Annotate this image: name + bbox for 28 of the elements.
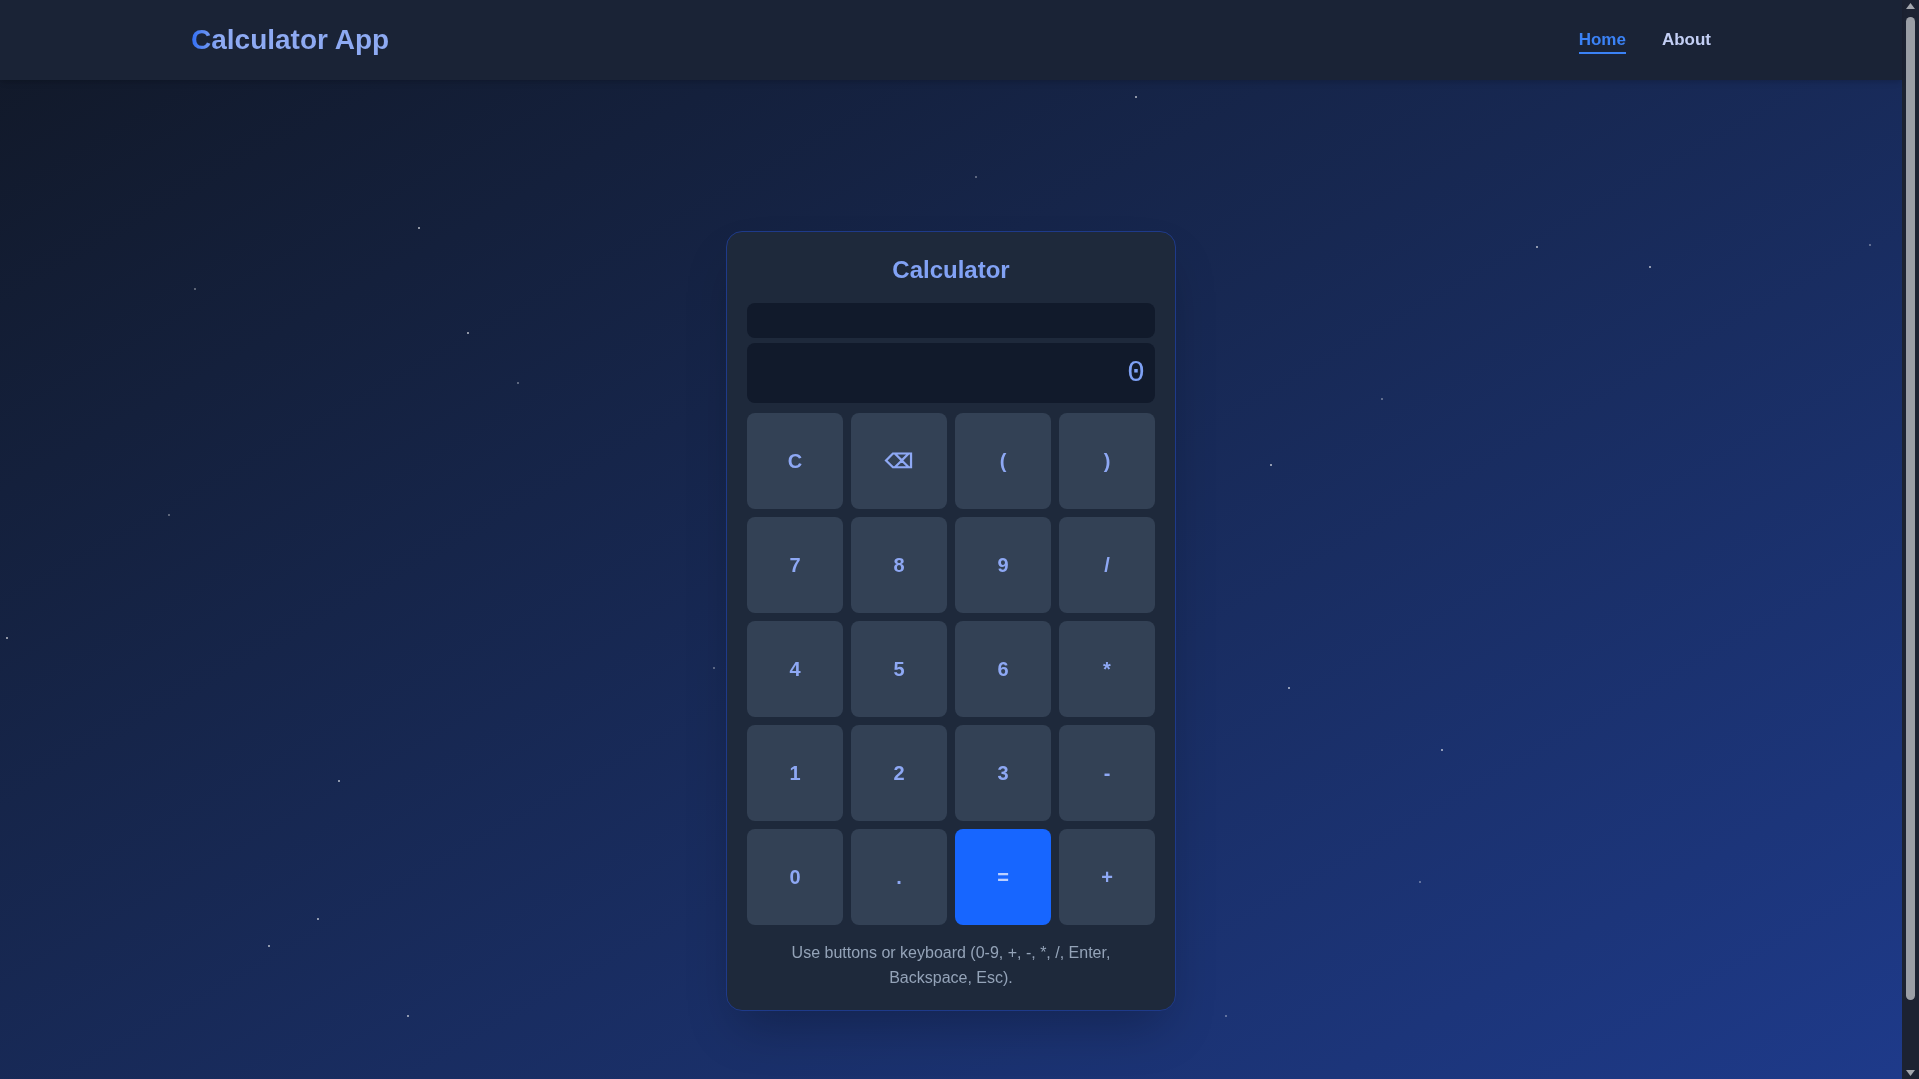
scroll-down-icon[interactable] (1906, 1070, 1915, 1076)
digit-key[interactable]: 8 (851, 517, 947, 613)
digit-key[interactable]: 7 (747, 517, 843, 613)
operator-key[interactable]: * (1059, 621, 1155, 717)
clear-key[interactable]: C (747, 413, 843, 509)
operator-key[interactable]: / (1059, 517, 1155, 613)
calculator-title: Calculator (891, 255, 1011, 285)
keyboard-hint: Use buttons or keyboard (0-9, +, -, *, /, Enter, Backspace, Esc). (790, 943, 1112, 988)
digit-key[interactable]: 6 (955, 621, 1051, 717)
scrollbar-thumb[interactable] (1906, 17, 1915, 1000)
digit-key[interactable]: 9 (955, 517, 1051, 613)
operator-key[interactable]: - (1059, 725, 1155, 821)
digit-key[interactable]: 4 (747, 621, 843, 717)
scroll-up-icon[interactable] (1906, 3, 1915, 9)
nav-link[interactable]: Home (1578, 26, 1626, 54)
digit-key[interactable]: 1 (747, 725, 843, 821)
digit-key[interactable]: 5 (851, 621, 947, 717)
digit-key[interactable]: 0 (747, 829, 843, 925)
equals-key[interactable]: = (955, 829, 1051, 925)
digit-key[interactable]: 3 (955, 725, 1051, 821)
parenthesis-key[interactable]: ( (955, 413, 1051, 509)
decimal-key[interactable]: . (851, 829, 947, 925)
digit-key[interactable]: 2 (851, 725, 947, 821)
parenthesis-key[interactable]: ) (1059, 413, 1155, 509)
backspace-key[interactable]: ⌫ (851, 413, 947, 509)
nav-link[interactable]: About (1661, 26, 1711, 54)
operator-key[interactable]: + (1059, 829, 1155, 925)
result-value: 0 (1127, 355, 1145, 391)
